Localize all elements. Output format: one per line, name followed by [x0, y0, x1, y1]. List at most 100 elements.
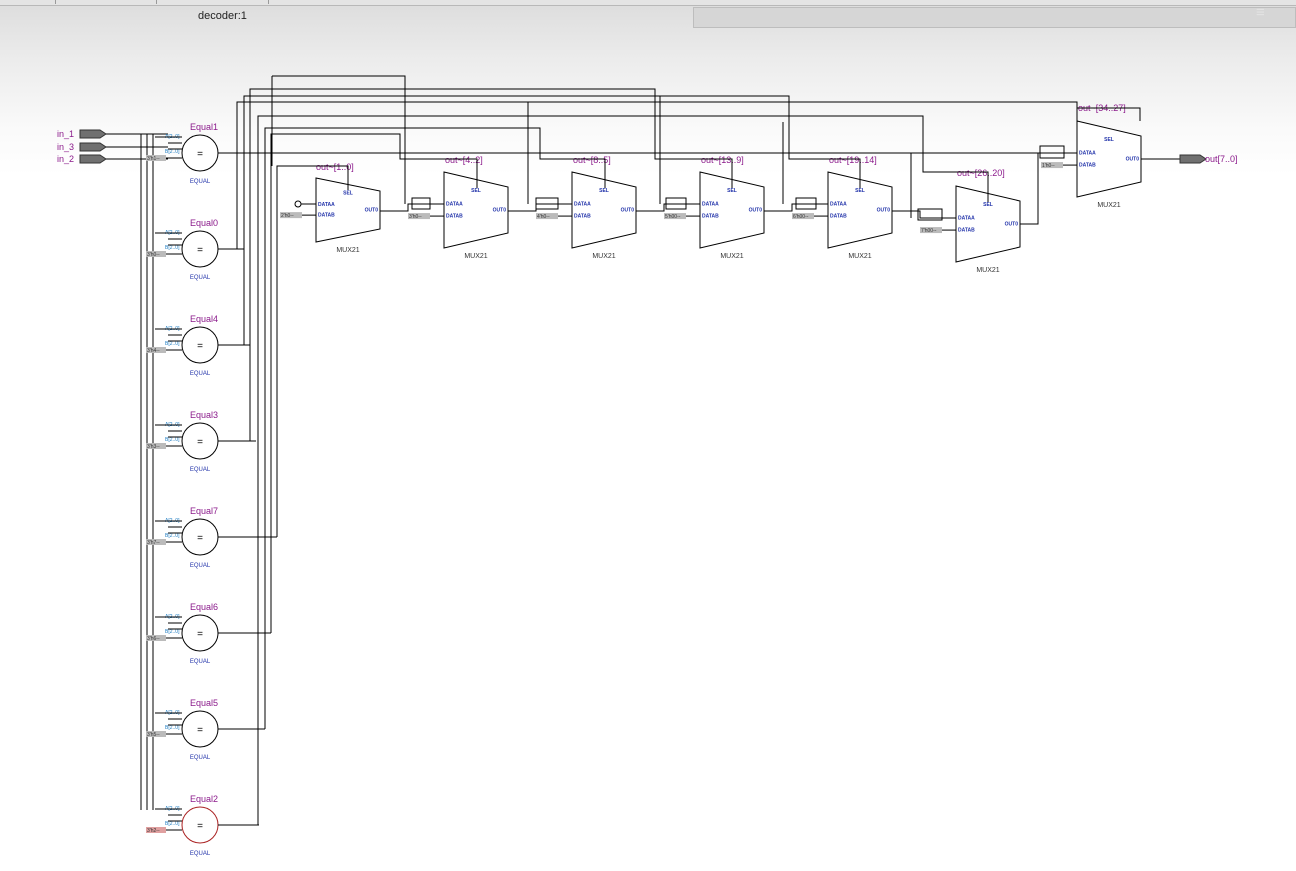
comparator-name: Equal0 — [190, 218, 218, 228]
equal-sign: = — [197, 341, 203, 352]
mux-name: out~[26..20] — [957, 168, 1005, 178]
comparator-type: EQUAL — [190, 275, 211, 281]
constant-label: 7'h00-- — [921, 228, 937, 234]
port-b-label: B[2..0] — [165, 533, 180, 539]
comparator-equal3[interactable]: Equal3=EQUALA[2..0]B[2..0]3'h3-- — [146, 410, 219, 473]
comparator-name: Equal5 — [190, 698, 218, 708]
mux-datab-pin: DATAB — [574, 214, 591, 220]
constant-label: 1'h0-- — [1042, 163, 1055, 169]
comparator-name: Equal4 — [190, 314, 218, 324]
constant-label: 3'h6-- — [147, 636, 160, 642]
mux-6[interactable]: out~[26..20] SEL DATAA DATAB OUT0 MUX21 7'h00-… — [920, 168, 1021, 274]
mux-type: MUX21 — [720, 253, 743, 260]
mux-datab-pin: DATAB — [702, 214, 719, 220]
mux-5[interactable]: out~[19..14] SEL DATAA DATAB OUT0 MUX21 6'h00-… — [792, 155, 893, 260]
mux-out-pin: OUT0 — [877, 208, 891, 214]
constant-label: 3'h2-- — [147, 828, 160, 834]
output-pin-label: out[7..0] — [1205, 154, 1238, 164]
mux-dataa-pin: DATAA — [958, 215, 975, 221]
mux-dataa-pin: DATAA — [446, 201, 463, 207]
mux-dataa-pin: DATAA — [830, 201, 847, 207]
input-pin-shape — [79, 142, 107, 152]
mux-dataa-pin: DATAA — [702, 201, 719, 207]
constant-label: 3'h7-- — [147, 540, 160, 546]
input-pin-label: in_3 — [57, 142, 74, 152]
mux-out-pin: OUT0 — [621, 208, 635, 214]
input-pin-in3[interactable]: in_3 — [57, 142, 107, 152]
mux-dataa-pin: DATAA — [574, 201, 591, 207]
comparator-type: EQUAL — [190, 467, 211, 473]
chain-wire — [892, 210, 956, 219]
mux-type: MUX21 — [592, 253, 615, 260]
equal-sign: = — [197, 149, 203, 160]
mux-name: out~[13..9] — [701, 155, 744, 165]
mux-dataa-pin: DATAA — [318, 202, 335, 208]
mux-type: MUX21 — [336, 247, 359, 254]
input-pin-label: in_1 — [57, 129, 74, 139]
constant-label: 3'h0-- — [147, 252, 160, 258]
mux-datab-pin: DATAB — [1079, 163, 1096, 169]
mux-sel-pin: SEL — [599, 188, 609, 194]
mux-type: MUX21 — [464, 253, 487, 260]
mux-out-pin: OUT0 — [1005, 222, 1019, 228]
constant-label: 6'h00-- — [793, 214, 809, 220]
mux-type: MUX21 — [848, 253, 871, 260]
mux-type: MUX21 — [1097, 202, 1120, 209]
mux-sel-pin: SEL — [1104, 137, 1114, 143]
constant-label: 3'h4-- — [147, 348, 160, 354]
mux-3[interactable]: out~[8..5]SELDATAADATABOUT0MUX214'h0-- — [536, 155, 637, 260]
comparator-type: EQUAL — [190, 371, 211, 377]
mux-sel-pin: SEL — [471, 188, 481, 194]
mux-datab-pin: DATAB — [446, 214, 463, 220]
bus-splitter — [1039, 145, 1065, 159]
comparator-name: Equal2 — [190, 794, 218, 804]
mux-2[interactable]: out~[4..2]SELDATAADATABOUT0MUX213'h0-- — [408, 155, 509, 260]
input-pin-shape — [79, 129, 107, 139]
mux-out-pin: OUT0 — [365, 207, 379, 213]
mux-out-pin: OUT0 — [493, 208, 507, 214]
comparator-type: EQUAL — [190, 659, 211, 665]
inverter-bubble — [294, 200, 302, 208]
port-b-label: B[2..0] — [165, 245, 180, 251]
mux-1[interactable]: out~[1..0]SELDATAADATABOUT0MUX212'h0-- — [280, 162, 381, 254]
comparator-equal1[interactable]: Equal1=EQUALA[2..0]B[2..0]3'h1-- — [146, 122, 219, 185]
mux-dataa-pin: DATAA — [1079, 150, 1096, 156]
comparator-equal4[interactable]: Equal4=EQUALA[2..0]B[2..0]3'h4-- — [146, 314, 219, 377]
comparator-type: EQUAL — [190, 851, 211, 857]
chain-wire — [636, 203, 700, 212]
output-pin[interactable]: out[7..0] — [1179, 154, 1238, 164]
comparator-equal5[interactable]: Equal5=EQUALA[2..0]B[2..0]3'h5-- — [146, 698, 219, 761]
comparator-equal0[interactable]: Equal0=EQUALA[2..0]B[2..0]3'h0-- — [146, 218, 219, 281]
mux-type: MUX21 — [976, 267, 999, 274]
port-b-label: B[2..0] — [165, 149, 180, 155]
comparator-name: Equal6 — [190, 602, 218, 612]
comparator-equal6[interactable]: Equal6=EQUALA[2..0]B[2..0]3'h6-- — [146, 602, 219, 665]
mux-7[interactable]: out~[34..27]SELDATAADATABOUT0MUX211'h0-- — [1041, 103, 1142, 209]
constant-label: 3'h1-- — [147, 156, 160, 162]
equal-sign: = — [197, 821, 203, 832]
port-b-label: B[2..0] — [165, 629, 180, 635]
comparator-type: EQUAL — [190, 563, 211, 569]
port-b-label: B[2..0] — [165, 341, 180, 347]
input-pin-in2[interactable]: in_2 — [57, 154, 107, 164]
constant-label: 3'h3-- — [147, 444, 160, 450]
comparator-equal2[interactable]: Equal2=EQUALA[2..0]B[2..0]3'h2-- — [146, 794, 219, 857]
input-pin-in1[interactable]: in_1 — [57, 129, 107, 139]
port-b-label: B[2..0] — [165, 437, 180, 443]
mux-datab-pin: DATAB — [958, 228, 975, 234]
comparator-type: EQUAL — [190, 755, 211, 761]
constant-label: 3'h0-- — [409, 214, 422, 220]
mux-sel-pin: SEL — [983, 202, 993, 208]
input-pin-shape — [79, 154, 107, 164]
comparator-equal7[interactable]: Equal7=EQUALA[2..0]B[2..0]3'h7-- — [146, 506, 219, 569]
mux-4[interactable]: out~[13..9] SEL DATAA DATAB OUT0 MUX21 5'h00-- — [664, 155, 765, 260]
schematic-canvas[interactable]: in_1in_3in_2Equal1=EQUALA[2..0]B[2..0]3'… — [0, 0, 1296, 871]
constant-label: 5'h00-- — [665, 214, 681, 220]
input-pin-label: in_2 — [57, 154, 74, 164]
schematic-viewer[interactable]: decoder:1 ≡ in_1 in_3 in_2 Equal1 = EQUAL A[2.… — [0, 0, 1296, 871]
port-b-label: B[2..0] — [165, 725, 180, 731]
mux-out-pin: OUT0 — [1126, 157, 1140, 163]
mux-datab-pin: DATAB — [830, 214, 847, 220]
comparator-name: Equal7 — [190, 506, 218, 516]
comparator-name: Equal3 — [190, 410, 218, 420]
